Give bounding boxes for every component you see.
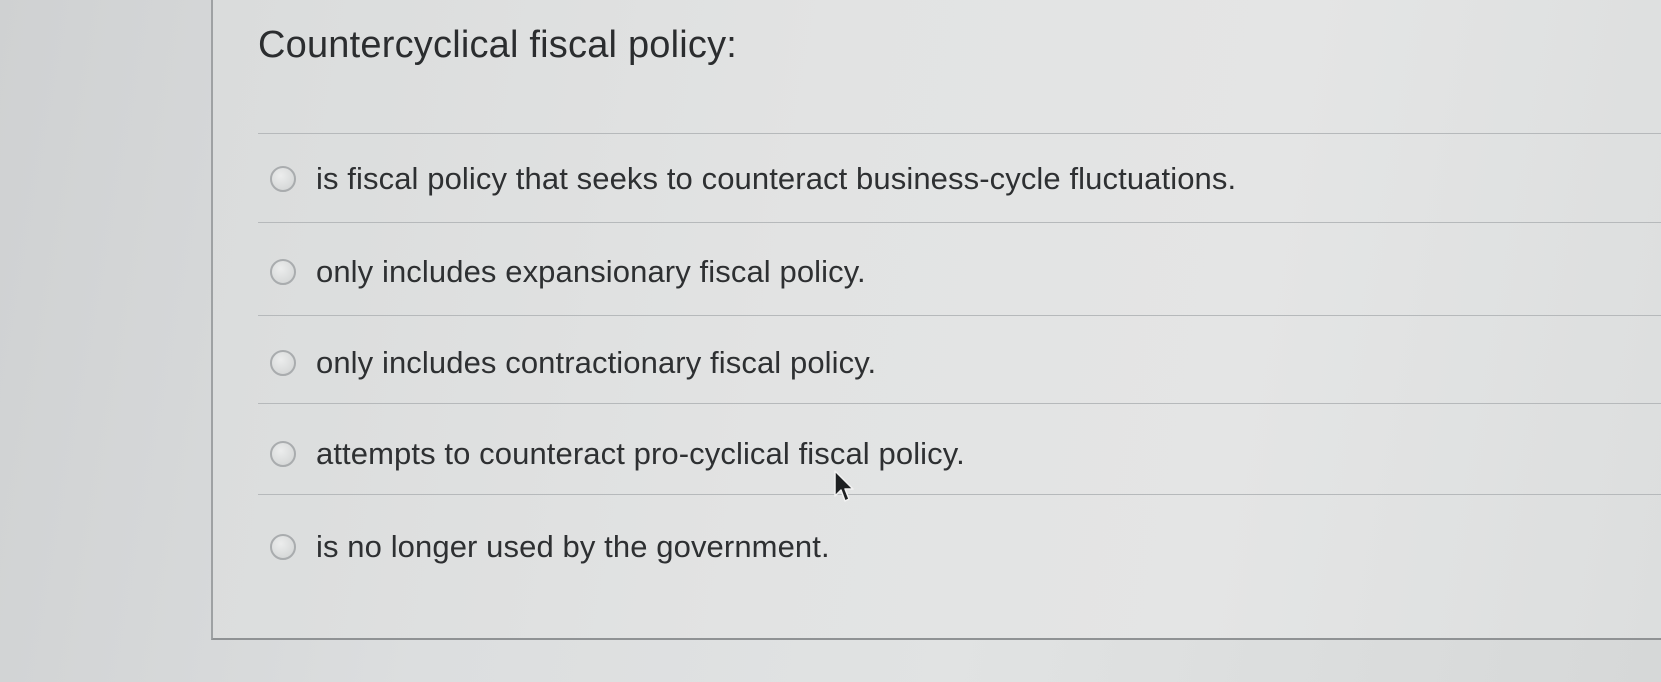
answer-option-5[interactable]: is no longer used by the government. [270, 523, 830, 571]
answer-option-3[interactable]: only includes contractionary fiscal poli… [270, 339, 876, 387]
question-title: Countercyclical fiscal policy: [258, 24, 738, 66]
option-label: attempts to counteract pro-cyclical fisc… [316, 436, 965, 471]
mouse-pointer-icon [834, 470, 854, 502]
divider [258, 222, 1661, 223]
divider [258, 315, 1661, 316]
divider [258, 133, 1661, 134]
radio-button[interactable] [270, 350, 296, 376]
option-label: is no longer used by the government. [316, 529, 830, 564]
answer-option-4[interactable]: attempts to counteract pro-cyclical fisc… [270, 430, 965, 478]
radio-button[interactable] [270, 534, 296, 560]
answer-option-1[interactable]: is fiscal policy that seeks to counterac… [270, 155, 1236, 203]
divider [258, 494, 1661, 495]
divider [258, 403, 1661, 404]
option-label: only includes contractionary fiscal poli… [316, 345, 877, 380]
radio-button[interactable] [270, 166, 296, 192]
option-label: only includes expansionary fiscal policy… [316, 254, 866, 289]
answer-option-2[interactable]: only includes expansionary fiscal policy… [270, 248, 866, 296]
option-label: is fiscal policy that seeks to counterac… [316, 161, 1237, 196]
radio-button[interactable] [270, 441, 296, 467]
radio-button[interactable] [270, 259, 296, 285]
